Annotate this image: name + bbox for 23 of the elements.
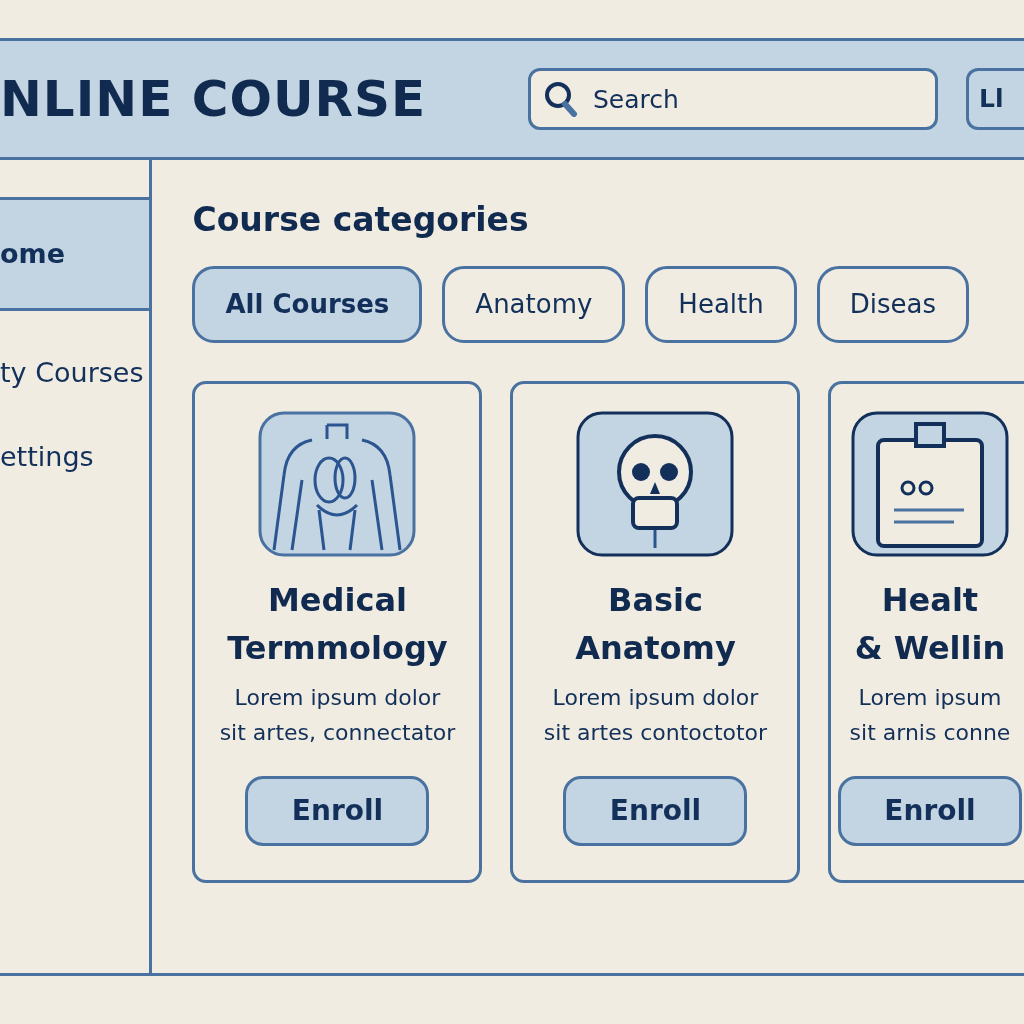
torso-icon <box>257 409 418 558</box>
section-heading: Course categories <box>192 200 530 240</box>
course-title: Medical Termmology <box>227 579 448 669</box>
category-tab[interactable]: Anatomy <box>442 265 626 343</box>
clipboard-icon <box>850 409 1010 558</box>
app-title: NLINE COURSE <box>0 68 428 130</box>
course-title: Basic Anatomy <box>575 579 736 669</box>
enroll-button[interactable]: Enroll <box>838 775 1022 846</box>
course-description: Lorem ipsum dolor sit artes contoctotor <box>543 683 768 747</box>
enroll-button[interactable]: Enroll <box>245 775 430 846</box>
course-description: Lorem ipsum dolor sit artes, connectator <box>219 683 456 747</box>
search-field[interactable]: Search <box>528 68 938 130</box>
course-description: Lorem ipsum sit arnis conne <box>849 683 1011 747</box>
category-tab[interactable]: Health <box>645 265 797 343</box>
enroll-button[interactable]: Enroll <box>563 775 748 846</box>
sidebar-item[interactable]: ettings <box>0 415 150 499</box>
category-tab[interactable]: Diseas <box>816 265 969 343</box>
category-tab[interactable]: All Courses <box>192 265 423 343</box>
sidebar-item[interactable]: ome <box>0 197 150 311</box>
sidebar-item[interactable]: ty Courses <box>0 331 150 415</box>
course-title: Healt & Wellin <box>854 579 1006 669</box>
header-button[interactable]: Ll <box>966 68 1024 130</box>
skull-icon <box>575 409 736 558</box>
